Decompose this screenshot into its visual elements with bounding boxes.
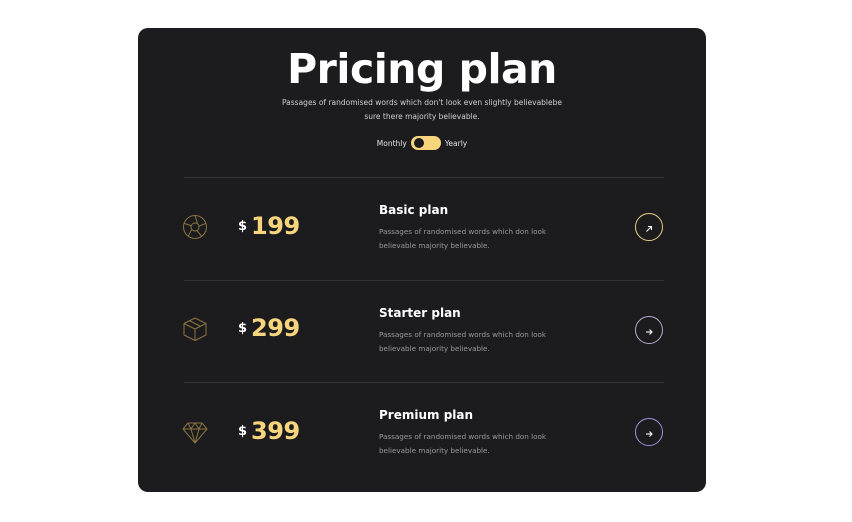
price-starter: $ 299	[238, 314, 300, 342]
arrow-right-icon	[645, 423, 653, 442]
subtitle-line-1: Passages of randomised words which don't…	[281, 98, 562, 107]
arrow-right-icon	[645, 321, 653, 340]
page-subtitle: Passages of randomised words which don't…	[278, 96, 566, 124]
plan-row-basic: $ 199 Basic plan Passages of randomised …	[138, 178, 706, 278]
plan-description-line-1: Passages of randomised words which don l…	[379, 330, 547, 339]
plan-row-premium: $ 399 Premium plan Passages of randomise…	[138, 383, 706, 483]
diamond-icon	[182, 420, 208, 446]
pricing-card: Pricing plan Passages of randomised word…	[138, 28, 706, 492]
plan-name: Premium plan	[379, 408, 474, 422]
monthly-label[interactable]: Monthly	[377, 139, 407, 148]
plan-description-line-2: believable majority believable.	[379, 240, 490, 250]
billing-switch[interactable]	[410, 136, 441, 150]
price-amount: 299	[251, 314, 300, 342]
plan-description: Passages of randomised words which don l…	[379, 430, 569, 457]
currency-symbol: $	[238, 218, 248, 234]
plan-description-line-2: believable majority believable.	[379, 445, 490, 455]
plan-description: Passages of randomised words which don l…	[379, 225, 569, 252]
subtitle-line-2: sure there majority believable.	[364, 112, 480, 121]
select-starter-button[interactable]	[635, 316, 663, 344]
yearly-label[interactable]: Yearly	[445, 139, 467, 148]
plan-description-line-1: Passages of randomised words which don l…	[379, 227, 547, 236]
select-basic-button[interactable]	[635, 213, 663, 241]
plan-name: Basic plan	[379, 203, 449, 217]
plan-description-line-1: Passages of randomised words which don l…	[379, 432, 547, 441]
price-amount: 399	[251, 417, 300, 445]
box-icon	[182, 316, 208, 342]
page-title: Pricing plan	[287, 45, 557, 93]
switch-knob	[413, 138, 424, 148]
plan-description-line-2: believable majority believable.	[379, 343, 490, 353]
aperture-icon	[182, 214, 208, 240]
price-amount: 199	[251, 212, 300, 240]
currency-symbol: $	[238, 320, 248, 336]
billing-toggle: Monthly Yearly	[138, 136, 706, 150]
price-premium: $ 399	[238, 417, 300, 445]
plan-description: Passages of randomised words which don l…	[379, 328, 569, 355]
select-premium-button[interactable]	[635, 418, 663, 446]
arrow-up-right-icon	[645, 218, 653, 237]
plan-row-starter: $ 299 Starter plan Passages of randomise…	[138, 281, 706, 381]
plan-name: Starter plan	[379, 306, 461, 320]
price-basic: $ 199	[238, 212, 300, 240]
currency-symbol: $	[238, 423, 248, 439]
